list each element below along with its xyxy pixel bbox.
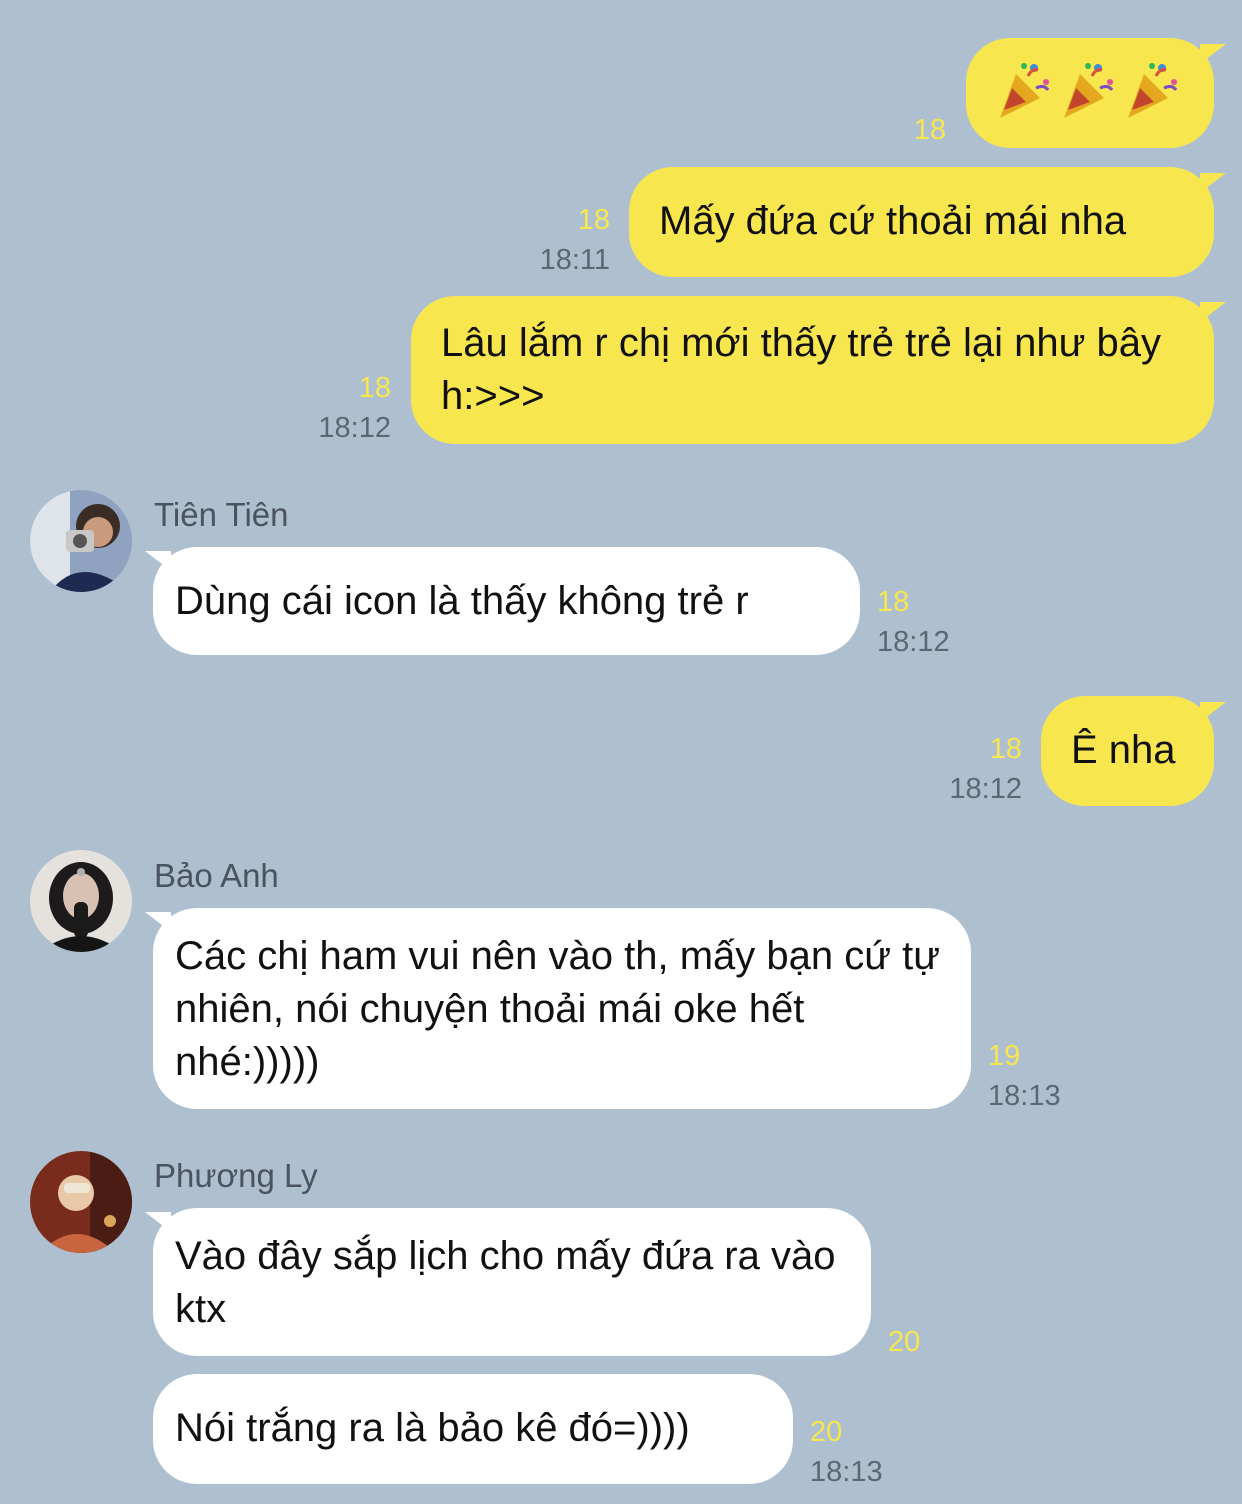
message-meta: 18 18:12 bbox=[291, 368, 391, 448]
message-meta: 18 18:12 bbox=[877, 582, 977, 662]
avatar-phuong-ly-icon bbox=[30, 1151, 132, 1253]
message-meta: 20 18:13 bbox=[810, 1412, 910, 1492]
message-text: Mấy đứa cứ thoải mái nha bbox=[659, 199, 1127, 243]
message-text: Các chị ham vui nên vào th, mấy bạn cứ t… bbox=[175, 934, 941, 1084]
avatar-bao-anh[interactable] bbox=[30, 850, 132, 952]
timestamp: 18:12 bbox=[949, 773, 1022, 805]
timestamp: 18:12 bbox=[318, 412, 391, 444]
message-meta: 20 bbox=[888, 1322, 988, 1362]
read-count: 18 bbox=[877, 586, 910, 618]
avatar-bao-anh-icon bbox=[30, 850, 132, 952]
avatar-phuong-ly[interactable] bbox=[30, 1151, 132, 1253]
message-bubble-incoming[interactable]: Dùng cái icon là thấy không trẻ r bbox=[153, 547, 860, 655]
message-bubble-outgoing[interactable]: Mấy đứa cứ thoải mái nha bbox=[629, 167, 1214, 277]
party-popper-icon bbox=[1000, 63, 1050, 118]
read-count: 18 bbox=[577, 204, 610, 236]
message-text: Vào đây sắp lịch cho mấy đứa ra vào ktx bbox=[175, 1234, 836, 1331]
party-popper-icon bbox=[1128, 63, 1178, 118]
read-count: 20 bbox=[810, 1416, 843, 1448]
read-count: 20 bbox=[888, 1326, 921, 1358]
timestamp: 18:13 bbox=[810, 1456, 883, 1488]
message-bubble-outgoing[interactable]: Lâu lắm r chị mới thấy trẻ trẻ lại như b… bbox=[411, 296, 1214, 444]
message-meta: 18 18:12 bbox=[922, 729, 1022, 809]
message-meta: 18 18:11 bbox=[510, 200, 610, 280]
emoji-row bbox=[996, 60, 1180, 120]
bubble-tail bbox=[1200, 44, 1226, 64]
bubble-tail bbox=[145, 1212, 171, 1232]
timestamp: 18:12 bbox=[877, 626, 950, 658]
message-meta: 19 18:13 bbox=[988, 1036, 1088, 1116]
sender-name: Tiên Tiên bbox=[154, 496, 289, 533]
bubble-tail bbox=[145, 912, 171, 932]
read-count: 18 bbox=[358, 372, 391, 404]
message-text: Dùng cái icon là thấy không trẻ r bbox=[175, 579, 749, 623]
message-bubble-outgoing[interactable] bbox=[966, 38, 1214, 148]
read-count: 19 bbox=[988, 1040, 1021, 1072]
bubble-tail bbox=[1200, 302, 1226, 322]
timestamp: 18:11 bbox=[539, 244, 610, 276]
bubble-tail bbox=[1200, 173, 1226, 193]
sender-name: Phương Ly bbox=[154, 1157, 318, 1194]
chat-thread[interactable]: 18 18 18:11 Mấy đứa cứ thoải mái nha 18 … bbox=[0, 0, 1242, 1504]
message-text: Nói trắng ra là bảo kê đó=)))) bbox=[175, 1406, 690, 1450]
avatar-tien-tien[interactable] bbox=[30, 490, 132, 592]
message-bubble-incoming[interactable]: Nói trắng ra là bảo kê đó=)))) bbox=[153, 1374, 793, 1484]
timestamp: 18:13 bbox=[988, 1080, 1061, 1112]
message-meta: 18 bbox=[866, 110, 946, 150]
message-text: Ê nha bbox=[1071, 728, 1176, 772]
avatar-tien-tien-icon bbox=[30, 490, 132, 592]
sender-name: Bảo Anh bbox=[154, 857, 279, 894]
read-count: 18 bbox=[913, 114, 946, 146]
bubble-tail bbox=[145, 551, 171, 571]
read-count: 18 bbox=[989, 733, 1022, 765]
message-text: Lâu lắm r chị mới thấy trẻ trẻ lại như b… bbox=[441, 321, 1161, 418]
party-popper-icon bbox=[1064, 63, 1114, 118]
message-bubble-incoming[interactable]: Các chị ham vui nên vào th, mấy bạn cứ t… bbox=[153, 908, 971, 1109]
bubble-tail bbox=[1200, 702, 1226, 722]
message-bubble-incoming[interactable]: Vào đây sắp lịch cho mấy đứa ra vào ktx bbox=[153, 1208, 871, 1356]
message-bubble-outgoing[interactable]: Ê nha bbox=[1041, 696, 1214, 806]
